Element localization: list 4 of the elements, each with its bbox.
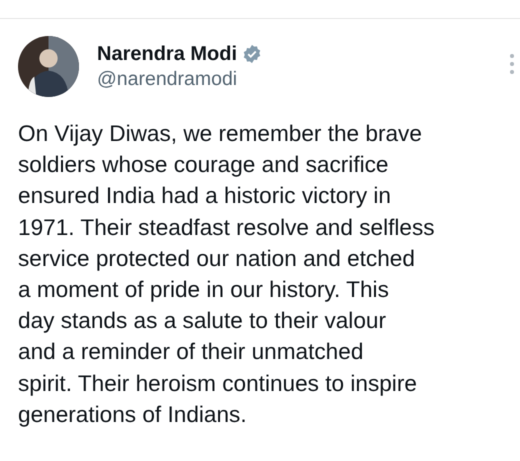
author-name: Narendra Modi: [97, 42, 238, 66]
author-handle: @narendramodi: [97, 68, 238, 90]
more-options-icon[interactable]: [508, 53, 516, 75]
post-text: On Vijay Diwas, we remember the brave soldiers whose courage and sacrifice ensured India had a historic victory in 1971. Their steadfast resolve and selfless service protected our nation and etched a moment of pride in our history. This day stands as a salute to their valour and a reminder of their unmatched spirit. Their heroism continues to inspire generations of Indians.: [18, 120, 436, 429]
